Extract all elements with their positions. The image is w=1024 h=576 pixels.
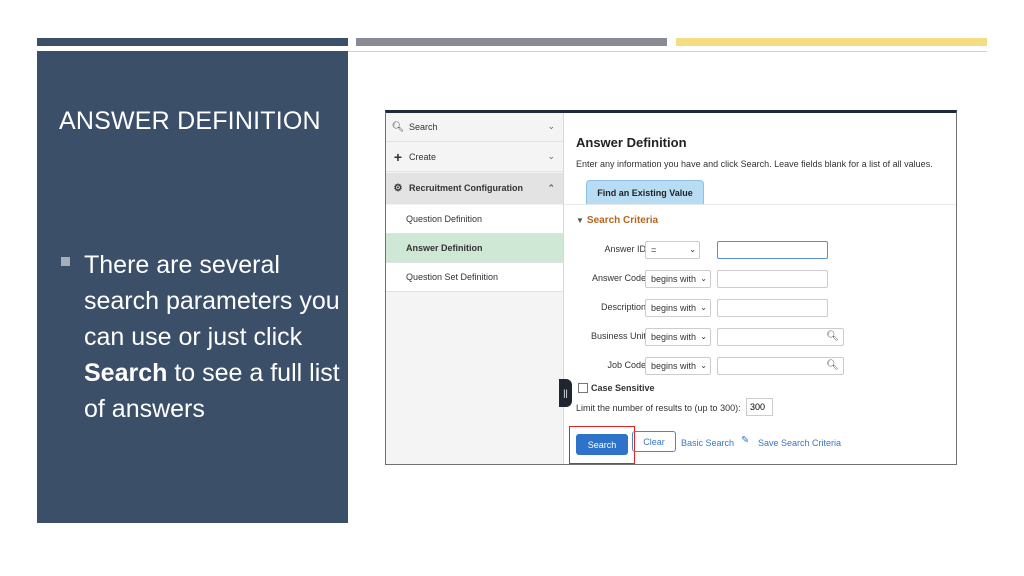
nav-subitem-label: Question Definition [406, 214, 483, 224]
app-screenshot: 🔍︎ Search ⌄ + Create ⌄ ⚙ Recruitment Con… [385, 110, 957, 465]
nav-subitem-question-set-definition[interactable]: Question Set Definition [386, 263, 563, 292]
collapse-handle[interactable]: || [559, 379, 572, 407]
case-sensitive-label: Case Sensitive [591, 383, 655, 393]
nav-item-search[interactable]: 🔍︎ Search ⌄ [386, 113, 563, 142]
operator-select[interactable]: begins with ⌄ [645, 299, 711, 317]
bullet-text-start: There are several search parameters you … [84, 251, 340, 351]
chevron-down-icon: ⌄ [547, 121, 555, 131]
nav-subitem-label: Question Set Definition [406, 272, 499, 282]
accent-bar-gray [356, 38, 667, 46]
lookup-search-icon[interactable]: 🔍︎ [826, 331, 839, 342]
description-input[interactable] [717, 299, 828, 317]
gear-icon: ⚙ [393, 182, 403, 194]
bullet-text: There are several search parameters you … [84, 247, 344, 427]
search-icon: 🔍︎ [391, 121, 405, 133]
search-criteria-toggle[interactable]: ▼ Search Criteria [576, 215, 658, 226]
plus-icon: + [393, 149, 403, 165]
nav-item-create[interactable]: + Create ⌄ [386, 143, 563, 172]
bullet-marker-icon [61, 257, 70, 266]
operator-value: = [651, 245, 657, 255]
tab-divider [564, 204, 956, 205]
field-row-answer-code: Answer Code begins with ⌄ [564, 270, 956, 288]
field-row-answer-id: Answer ID = ⌄ [564, 241, 956, 259]
field-label: Answer ID [604, 244, 646, 254]
page-title: Answer Definition [576, 135, 687, 150]
field-label: Description [600, 302, 646, 312]
search-criteria-label: Search Criteria [586, 215, 659, 226]
operator-select[interactable]: begins with ⌄ [645, 328, 711, 346]
chevron-down-icon: ⌄ [700, 274, 707, 283]
operator-select[interactable]: begins with ⌄ [645, 357, 711, 375]
chevron-down-icon: ⌄ [689, 245, 696, 254]
tab-find-existing-value[interactable]: Find an Existing Value [586, 180, 704, 204]
nav-sidebar: 🔍︎ Search ⌄ + Create ⌄ ⚙ Recruitment Con… [386, 113, 564, 464]
operator-value: begins with [651, 274, 697, 284]
operator-select[interactable]: = ⌄ [645, 241, 700, 259]
field-label: Job Code [607, 360, 646, 370]
checkbox-box[interactable] [578, 383, 588, 393]
save-search-criteria-link[interactable]: Save Search Criteria [758, 438, 841, 448]
pause-bars-icon: || [563, 388, 568, 398]
business-unit-input[interactable]: 🔍︎ [717, 328, 844, 346]
field-row-business-unit: Business Unit begins with ⌄ 🔍︎ [564, 328, 956, 346]
slide-title: ANSWER DEFINITION [59, 107, 321, 135]
nav-subitem-label: Answer Definition [406, 243, 483, 253]
chevron-down-icon: ⌄ [700, 303, 707, 312]
bullet-text-bold: Search [84, 359, 168, 387]
nav-subitem-answer-definition[interactable]: Answer Definition [386, 234, 563, 263]
nav-item-label: Search [409, 122, 438, 132]
main-content: Answer Definition Enter any information … [559, 113, 956, 464]
nav-item-recruitment-configuration[interactable]: ⚙ Recruitment Configuration ⌃ [386, 173, 563, 204]
save-criteria-icon: ✎ [741, 435, 750, 446]
accent-bar-yellow [676, 38, 987, 46]
accent-bar-navy [37, 38, 348, 46]
operator-value: begins with [651, 303, 697, 313]
search-button-highlight [569, 426, 635, 464]
nav-item-label: Create [409, 152, 437, 162]
limit-input[interactable]: 300 [746, 398, 773, 416]
field-row-job-code: Job Code begins with ⌄ 🔍︎ [564, 357, 956, 375]
nav-item-label: Recruitment Configuration [409, 183, 523, 193]
answer-code-input[interactable] [717, 270, 828, 288]
operator-value: begins with [651, 361, 697, 371]
lookup-search-icon[interactable]: 🔍︎ [826, 360, 839, 371]
chevron-up-icon: ⌃ [547, 183, 555, 193]
field-label: Business Unit [590, 331, 646, 341]
chevron-down-icon: ⌄ [547, 151, 555, 161]
case-sensitive-checkbox[interactable]: Case Sensitive [578, 383, 655, 393]
field-label: Answer Code [591, 273, 646, 283]
triangle-down-icon: ▼ [576, 216, 584, 225]
field-row-description: Description begins with ⌄ [564, 299, 956, 317]
limit-label: Limit the number of results to (up to 30… [576, 403, 741, 413]
basic-search-link[interactable]: Basic Search [681, 438, 734, 448]
operator-value: begins with [651, 332, 697, 342]
job-code-input[interactable]: 🔍︎ [717, 357, 844, 375]
nav-subitem-question-definition[interactable]: Question Definition [386, 205, 563, 234]
title-panel: ANSWER DEFINITION There are several sear… [37, 51, 348, 523]
chevron-down-icon: ⌄ [700, 361, 707, 370]
clear-button[interactable]: Clear [632, 431, 676, 452]
operator-select[interactable]: begins with ⌄ [645, 270, 711, 288]
answer-id-input[interactable] [717, 241, 828, 259]
page-description: Enter any information you have and click… [576, 159, 933, 169]
chevron-down-icon: ⌄ [700, 332, 707, 341]
